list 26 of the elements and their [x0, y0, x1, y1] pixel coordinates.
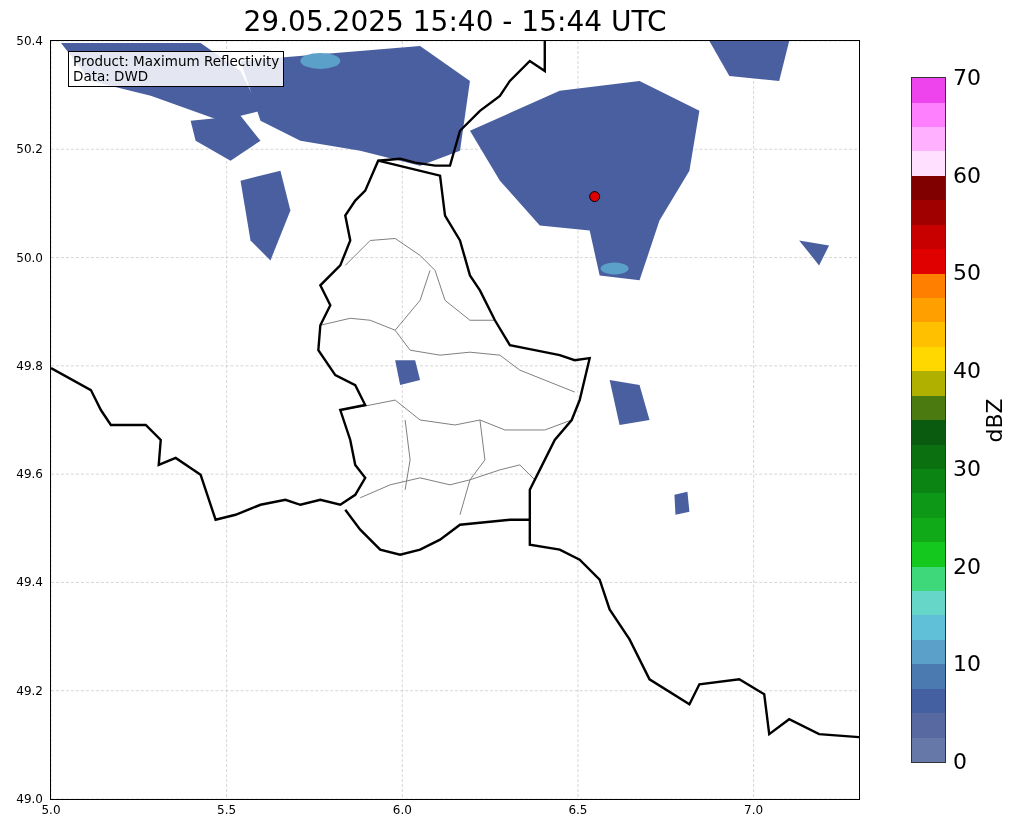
- latitude-label: 49.0: [16, 792, 43, 806]
- latitude-label: 50.4: [16, 34, 43, 48]
- chart-title: 29.05.2025 15:40 - 15:44 UTC: [242, 4, 668, 40]
- latitude-label: 49.2: [16, 683, 43, 698]
- latitude-label: 49.8: [16, 358, 43, 373]
- longitude-label: 6.0: [392, 803, 412, 817]
- longitude-label: 7.0: [744, 803, 764, 817]
- latitude-label: 49.6: [16, 467, 43, 482]
- info-text: Product: Maximum Reflectivity: [73, 54, 280, 69]
- longitude-label: 6.5: [568, 803, 588, 817]
- colorbar-label: dBZ: [981, 397, 1007, 443]
- latitude-label: 49.4: [16, 575, 43, 590]
- colorbar-tick-label: 70: [953, 66, 981, 90]
- colorbar-tick-label: 20: [953, 554, 981, 579]
- colorbar-tick-label: 0: [953, 750, 967, 774]
- colorbar-tick-label: 10: [953, 652, 981, 677]
- longitude-label: 5.0: [41, 803, 61, 817]
- colorbar-tick-label: 60: [953, 163, 981, 188]
- colorbar-tick-label: 50: [953, 261, 981, 286]
- longitude-label: 5.5: [217, 803, 237, 817]
- location-marker: [589, 191, 601, 203]
- latitude-label: 50.2: [16, 142, 43, 157]
- info-text: Data: DWD: [73, 69, 150, 84]
- colorbar-tick-label: 30: [953, 456, 981, 481]
- colorbar-tick-label: 40: [953, 359, 981, 384]
- latitude-label: 50.0: [16, 250, 43, 265]
